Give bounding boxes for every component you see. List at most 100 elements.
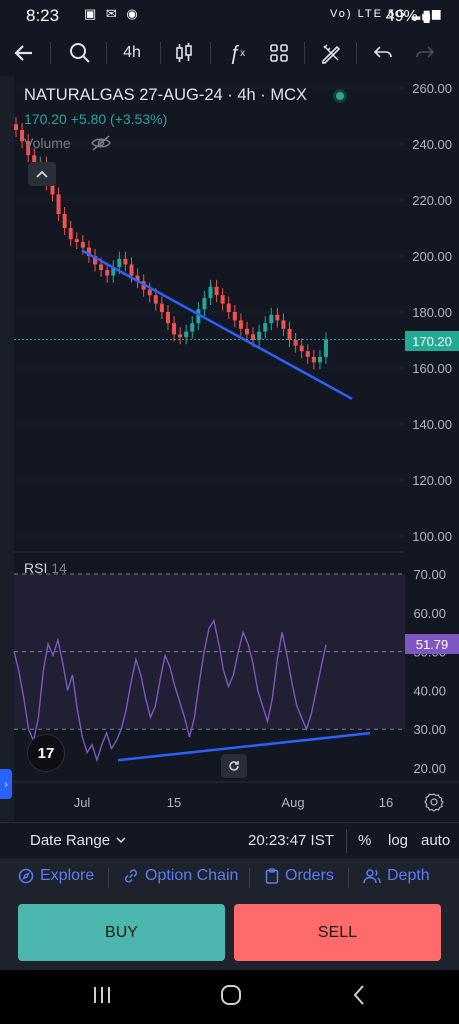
- rsi-label[interactable]: RSI 14: [24, 560, 67, 576]
- candle-body: [202, 298, 207, 310]
- market-status-icon[interactable]: [333, 89, 347, 103]
- status-time: 8:23: [26, 6, 60, 25]
- candle-body: [226, 303, 231, 312]
- candle-body: [287, 328, 292, 340]
- redo-icon[interactable]: [410, 38, 440, 68]
- candle-body: [68, 228, 73, 240]
- symbol-title[interactable]: NATURALGAS 27-AUG-24 · 4h · MCX: [24, 86, 307, 105]
- date-range-button[interactable]: Date Range: [30, 832, 126, 849]
- candle-body: [153, 295, 158, 304]
- candle-body: [123, 258, 128, 265]
- rsi-axis-tick: 30.00: [413, 722, 446, 737]
- price-axis-tick: 120.00: [412, 473, 452, 488]
- users-icon: [363, 869, 381, 884]
- candle-body: [299, 345, 304, 352]
- chart-area[interactable]: 260.00 240.00 220.00 200.00 180.00 160.00 140.…: [0, 76, 459, 821]
- interval-button[interactable]: 4h: [116, 38, 148, 68]
- side-panel-handle[interactable]: ›: [0, 769, 12, 799]
- candle-body: [244, 328, 249, 335]
- candle-body: [305, 351, 310, 357]
- candle-body: [324, 339, 328, 357]
- link-icon: [124, 869, 138, 883]
- rsi-axis-tick: 70.00: [413, 567, 446, 582]
- eye-hidden-icon[interactable]: [90, 134, 112, 157]
- candle-body: [232, 312, 237, 321]
- rsi-value-tag: 51.79: [405, 634, 459, 654]
- candle-body: [208, 286, 213, 298]
- status-bar: 8:23 ▣ ✉ ◉ Vo) LTE 5G ▂▄▆ 49% ▮: [0, 0, 459, 30]
- candle-body: [80, 242, 85, 248]
- gear-icon[interactable]: [424, 792, 444, 812]
- candle-body: [184, 331, 189, 338]
- option-chain-tab[interactable]: Option Chain: [123, 867, 238, 885]
- range-bar: Date Range 20:23:47 IST % log auto: [0, 822, 459, 858]
- candle-body: [269, 314, 274, 324]
- candle-body: [281, 320, 286, 329]
- time-axis-tick: 16: [379, 795, 393, 810]
- volume-label[interactable]: Volume: [24, 135, 71, 151]
- undo-icon[interactable]: [368, 38, 398, 68]
- trade-bar: BUY SELL: [0, 896, 459, 970]
- price-axis-tick: 160.00: [412, 361, 452, 376]
- depth-tab[interactable]: Depth: [363, 867, 430, 885]
- chart-toolbar: 4h ƒx: [0, 30, 459, 76]
- battery-indicator: 49% ▮: [385, 8, 431, 25]
- search-icon[interactable]: [64, 38, 96, 68]
- buy-button[interactable]: BUY: [18, 904, 225, 961]
- candlestick-icon[interactable]: [170, 38, 198, 68]
- rsi-axis-tick: 60.00: [413, 606, 446, 621]
- price-axis-tick: 100.00: [412, 529, 452, 544]
- reset-chart-icon[interactable]: [221, 754, 247, 778]
- log-toggle[interactable]: log: [388, 832, 408, 849]
- pencil-ruler-icon[interactable]: [316, 38, 346, 68]
- candle-body: [275, 314, 280, 321]
- chart-canvas[interactable]: 260.00 240.00 220.00 200.00 180.00 160.00 140.…: [0, 76, 459, 821]
- back-nav-icon[interactable]: [352, 984, 366, 1011]
- price-axis-tick: 220.00: [412, 193, 452, 208]
- auto-toggle[interactable]: auto: [421, 832, 450, 849]
- percent-toggle[interactable]: %: [358, 832, 371, 849]
- time-axis-tick: 15: [167, 795, 181, 810]
- time-axis-tick: Jul: [74, 795, 91, 810]
- grid-icon[interactable]: [264, 38, 294, 68]
- session-time: 20:23:47 IST: [248, 832, 334, 849]
- candle-body: [257, 331, 262, 340]
- candle-body: [117, 258, 122, 268]
- candle-body: [159, 303, 164, 312]
- candle-body: [190, 323, 195, 332]
- arrow-left-icon[interactable]: [8, 38, 40, 68]
- candle-body: [178, 334, 183, 338]
- recent-apps-icon[interactable]: [92, 985, 112, 1010]
- candle-body: [62, 214, 67, 228]
- rsi-axis-tick: 20.00: [413, 761, 446, 776]
- rsi-axis-tick: 40.00: [413, 683, 446, 698]
- tradingview-logo-icon[interactable]: 17: [27, 734, 65, 772]
- price-axis-tick: 260.00: [412, 81, 452, 96]
- system-navigation-bar: [0, 970, 459, 1024]
- price-axis-tick: 180.00: [412, 305, 452, 320]
- candle-body: [220, 295, 225, 304]
- candle-body: [214, 286, 219, 296]
- candle-body: [263, 323, 268, 332]
- candle-body: [56, 194, 61, 214]
- candle-body: [293, 340, 298, 346]
- time-axis-tick: Aug: [281, 795, 304, 810]
- candle-body: [129, 264, 134, 276]
- function-icon[interactable]: ƒx: [222, 38, 252, 68]
- price-axis-tick: 240.00: [412, 137, 452, 152]
- notification-icons: ▣ ✉ ◉: [84, 6, 141, 21]
- home-icon[interactable]: [220, 984, 242, 1011]
- candle-body: [147, 289, 152, 296]
- candle-body: [165, 312, 170, 324]
- price-axis-tick: 140.00: [412, 417, 452, 432]
- broker-nav: Explore Option Chain Orders Depth: [0, 858, 459, 896]
- chevron-up-icon[interactable]: [28, 162, 56, 186]
- compass-icon: [18, 868, 34, 884]
- orders-tab[interactable]: Orders: [265, 867, 334, 885]
- chevron-down-icon: [116, 837, 126, 844]
- explore-tab[interactable]: Explore: [18, 867, 94, 885]
- candle-body: [74, 239, 79, 242]
- sell-button[interactable]: SELL: [234, 904, 441, 961]
- candle-body: [14, 124, 18, 130]
- candle-body: [99, 264, 104, 270]
